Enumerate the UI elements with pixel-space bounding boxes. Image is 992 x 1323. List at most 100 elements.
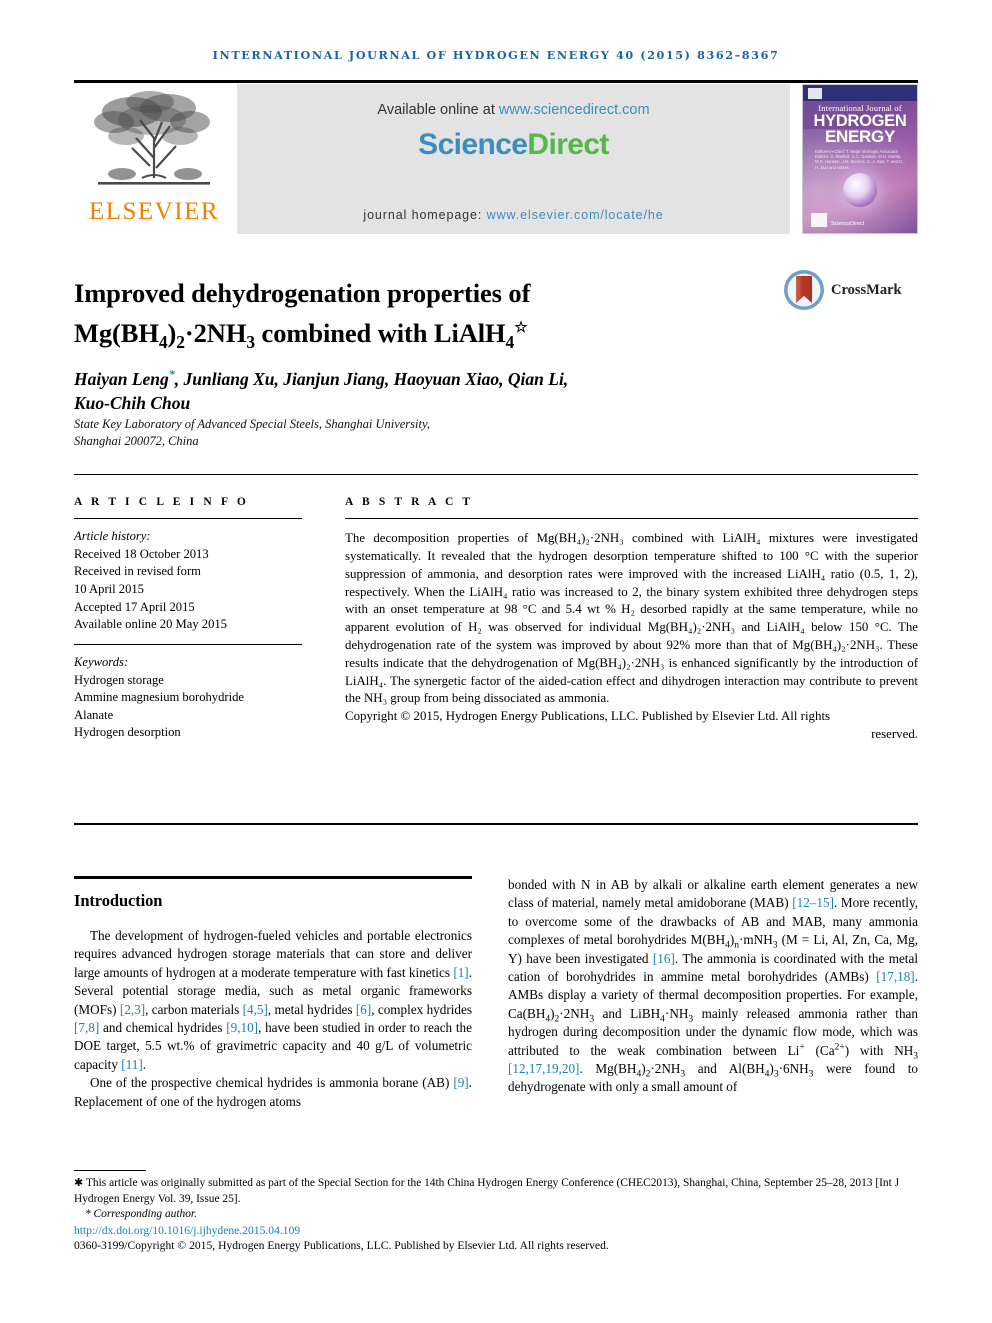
issn-copyright-line: 0360-3199/Copyright © 2015, Hydrogen Ene… <box>74 1239 609 1253</box>
abstract-copyright-line1: Copyright © 2015, Hydrogen Energy Public… <box>345 709 831 724</box>
title-formula-nh: ·2NH <box>184 317 247 348</box>
abstract-copyright: Copyright © 2015, Hydrogen Energy Public… <box>345 708 918 744</box>
introduction-paragraph-2: One of the prospective chemical hydrides… <box>74 1075 472 1109</box>
citation-link[interactable]: [12–15] <box>792 895 834 910</box>
keywords-label: Keywords: <box>74 654 129 669</box>
author-list-line2: Kuo-Chih Chou <box>74 392 191 413</box>
author-list-rest: , Junliang Xu, Jianjun Jiang, Haoyuan Xi… <box>174 368 569 389</box>
title-tail: combined with LiAlH <box>255 317 506 348</box>
elsevier-wordmark: ELSEVIER <box>88 198 220 225</box>
doi-link[interactable]: http://dx.doi.org/10.1016/j.ijhydene.201… <box>74 1223 920 1239</box>
sciencedirect-link[interactable]: www.sciencedirect.com <box>499 102 650 118</box>
crossmark-icon <box>784 270 824 310</box>
article-history-label: Article history: <box>74 529 151 544</box>
title-sub-4b: 4 <box>505 331 515 352</box>
keywords-rule <box>74 643 302 645</box>
keyword-item: Hydrogen storage <box>74 672 164 687</box>
body-column-right: bonded with N in AB by alkali or alkalin… <box>508 876 918 1097</box>
elsevier-logo: ELSEVIER <box>74 84 234 234</box>
journal-article-page: INTERNATIONAL JOURNAL OF HYDROGEN ENERGY… <box>0 0 992 1323</box>
citation-link[interactable]: [17,18] <box>876 969 914 984</box>
page-title: Improved dehydrogenation properties of M… <box>74 276 734 351</box>
article-history-item: 10 April 2015 <box>74 581 144 596</box>
journal-cover-thumbnail[interactable]: International Journal of HYDROGEN ENERGY… <box>802 84 918 234</box>
article-info-rule <box>74 518 302 520</box>
title-formula-mg: Mg(BH <box>74 317 159 348</box>
journal-cover-art: International Journal of HYDROGEN ENERGY… <box>803 85 917 233</box>
citation-link[interactable]: [1] <box>453 965 468 980</box>
affiliation-line-2: Shanghai 200072, China <box>74 434 199 448</box>
citation-link[interactable]: [11] <box>121 1057 142 1072</box>
keyword-item: Ammine magnesium borohydride <box>74 690 244 705</box>
introduction-rule <box>74 876 472 879</box>
footnote-corresponding-text: Corresponding author. <box>93 1208 197 1221</box>
affiliation: State Key Laboratory of Advanced Special… <box>74 416 634 450</box>
author-list: Haiyan Leng*, Junliang Xu, Jianjun Jiang… <box>74 362 734 415</box>
abstract-column: A B S T R A C T The decomposition proper… <box>345 496 918 744</box>
elsevier-tree-icon <box>94 91 210 185</box>
footnote-separator-rule <box>74 1170 146 1172</box>
title-sub-2: 2 <box>176 331 185 352</box>
affiliation-line-1: State Key Laboratory of Advanced Special… <box>74 417 430 431</box>
header-rule <box>74 80 918 83</box>
introduction-paragraph-1: The development of hydrogen-fueled vehic… <box>74 928 472 1072</box>
footnote-star-marker: ✱ <box>74 1177 86 1189</box>
cover-bottom-logo-icon <box>811 213 827 227</box>
citation-link[interactable]: [9,10] <box>226 1020 258 1035</box>
cover-sphere-graphic <box>843 173 877 207</box>
available-online-line: Available online at www.sciencedirect.co… <box>237 102 790 118</box>
sciencedirect-logo[interactable]: ScienceDirect <box>237 128 790 162</box>
author-corresponding: Haiyan Leng <box>74 368 169 389</box>
sciencedirect-banner: Available online at www.sciencedirect.co… <box>237 84 790 234</box>
title-sub-4a: 4 <box>158 331 168 352</box>
citation-link[interactable]: [6] <box>356 1002 371 1017</box>
keyword-item: Hydrogen desorption <box>74 725 181 740</box>
citation-link[interactable]: [2,3] <box>120 1002 145 1017</box>
article-history-item: Available online 20 May 2015 <box>74 617 227 632</box>
body-column-left: Introduction The development of hydrogen… <box>74 876 472 1111</box>
keywords-block: Keywords: Hydrogen storage Ammine magnes… <box>74 654 302 742</box>
article-history-block: Article history: Received 18 October 201… <box>74 528 302 634</box>
citation-link[interactable]: [7,8] <box>74 1020 99 1035</box>
article-info-heading: A R T I C L E I N F O <box>74 496 249 508</box>
masthead: ELSEVIER Available online at www.science… <box>74 84 918 234</box>
footnote-star-text: This article was originally submitted as… <box>74 1177 900 1205</box>
crossmark-label: CrossMark <box>831 281 902 298</box>
crossmark-badge[interactable]: CrossMark <box>783 266 918 314</box>
citation-link[interactable]: [16] <box>653 951 675 966</box>
abstract-section-bottom-rule <box>74 823 918 826</box>
cover-title-line3: ENERGY <box>825 127 895 146</box>
citation-link[interactable]: [9] <box>453 1075 468 1090</box>
abstract-text: The decomposition properties of Mg(BH₄)₂… <box>345 531 918 706</box>
article-history-item: Accepted 17 April 2015 <box>74 599 195 614</box>
introduction-heading: Introduction <box>74 891 163 910</box>
journal-homepage-label: journal homepage: <box>363 208 487 222</box>
available-online-prefix: Available online at <box>377 102 499 118</box>
journal-homepage-line: journal homepage: www.elsevier.com/locat… <box>237 208 790 222</box>
cover-elsevier-mark-icon <box>808 88 822 99</box>
title-line-1: Improved dehydrogenation properties of <box>74 277 531 308</box>
citation-link[interactable]: [4,5] <box>243 1002 268 1017</box>
title-footnote-star[interactable]: ☆ <box>514 320 527 336</box>
abstract-copyright-line2: reserved. <box>871 726 918 741</box>
article-history-item: Received in revised form <box>74 564 201 579</box>
article-history-item: Received 18 October 2013 <box>74 546 209 561</box>
footnote-corresponding-author: * Corresponding author. <box>74 1207 920 1223</box>
abstract-rule <box>345 518 918 520</box>
title-sub-3: 3 <box>246 331 256 352</box>
journal-homepage-link[interactable]: www.elsevier.com/locate/he <box>487 208 664 222</box>
cover-editors-text: Editors-in-Chief: T. Nejat Veziroglu Ass… <box>815 149 905 170</box>
article-info-column: A R T I C L E I N F O Article history: R… <box>74 496 302 742</box>
keyword-item: Alanate <box>74 707 114 722</box>
abstract-heading: A B S T R A C T <box>345 496 474 508</box>
citation-link[interactable]: [12,17,19,20] <box>508 1061 579 1076</box>
sciencedirect-logo-science: Science <box>418 128 528 161</box>
introduction-paragraph-3: bonded with N in AB by alkali or alkalin… <box>508 877 919 1095</box>
running-head: INTERNATIONAL JOURNAL OF HYDROGEN ENERGY… <box>212 48 780 62</box>
footnotes-block: ✱ This article was originally submitted … <box>74 1176 920 1254</box>
abstract-section-top-rule <box>74 474 918 476</box>
cover-sciencedirect-label: ScienceDirect <box>831 221 865 227</box>
sciencedirect-logo-direct: Direct <box>527 128 609 161</box>
title-paren: ) <box>167 317 177 348</box>
footnote-corresponding-marker: * <box>85 1208 94 1221</box>
